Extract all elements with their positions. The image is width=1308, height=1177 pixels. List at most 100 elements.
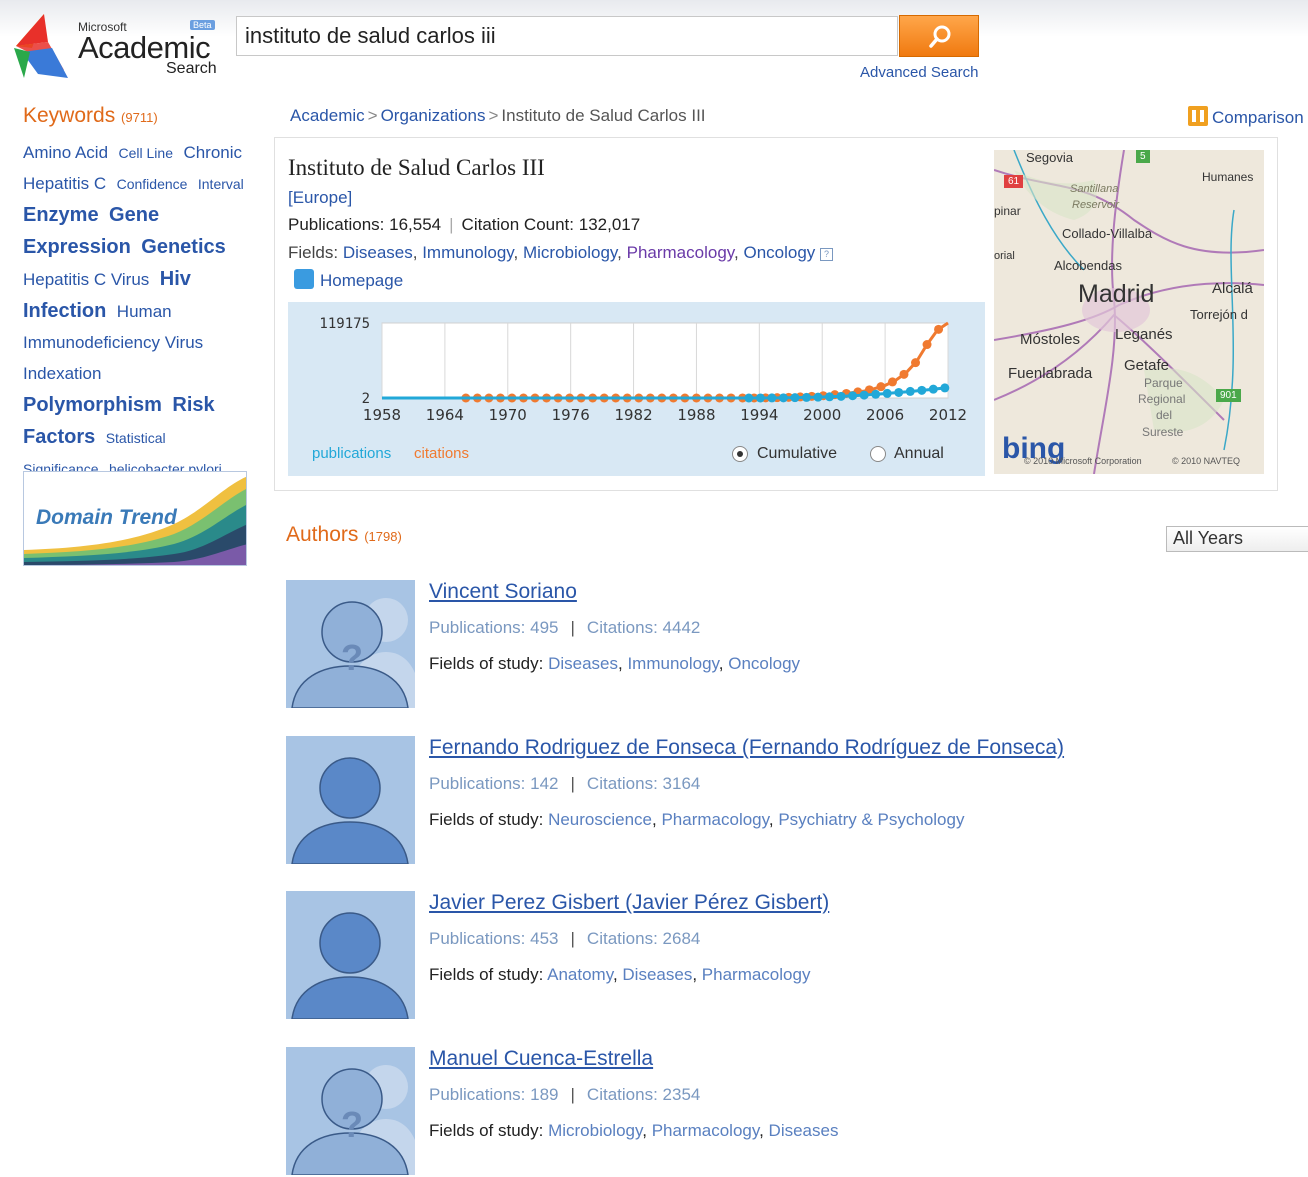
publications-data-point	[836, 391, 846, 401]
field-link[interactable]: Diseases	[343, 243, 413, 262]
author-avatar[interactable]	[286, 736, 415, 864]
field-link[interactable]: Immunology	[422, 243, 513, 262]
publications-value: 16,554	[389, 215, 442, 234]
author-avatar[interactable]: ?	[286, 1047, 415, 1175]
keyword-link[interactable]: Immunodeficiency Virus	[23, 333, 203, 352]
annual-label[interactable]: Annual	[894, 445, 944, 463]
breadcrumb-separator: >	[367, 106, 378, 125]
author-fields: Fields of study: Neuroscience, Pharmacol…	[429, 810, 965, 829]
field-link[interactable]: Diseases	[622, 965, 692, 984]
keyword-link[interactable]: Expression	[23, 236, 131, 258]
author-name-link[interactable]: Vincent Soriano	[429, 580, 577, 604]
search-input[interactable]	[236, 16, 898, 56]
field-link[interactable]: Pharmacology	[627, 243, 734, 262]
field-link[interactable]: Neuroscience	[548, 810, 652, 829]
citations-data-point	[934, 324, 944, 334]
author-citations-value: 2354	[662, 1085, 701, 1104]
keyword-link[interactable]: Factors	[23, 426, 95, 448]
publications-data-point	[894, 387, 904, 397]
author-publications-label: Publications:	[429, 618, 526, 637]
legend-publications[interactable]: publications	[312, 445, 391, 462]
x-tick-label: 1964	[426, 406, 464, 424]
author-fields: Fields of study: Diseases, Immunology, O…	[429, 654, 801, 673]
publications-data-point	[802, 392, 811, 402]
keyword-link[interactable]: Enzyme	[23, 204, 99, 226]
author-avatar[interactable]	[286, 891, 415, 1019]
field-link[interactable]: Immunology	[627, 654, 718, 673]
publications-label: Publications:	[288, 215, 385, 234]
x-tick-label: 1976	[552, 406, 590, 424]
keyword-link[interactable]: Interval	[198, 176, 244, 192]
keyword-link[interactable]: Gene	[109, 204, 159, 226]
field-link[interactable]: Anatomy	[547, 965, 613, 984]
breadcrumb-separator: >	[488, 106, 499, 125]
author-name-link[interactable]: Fernando Rodriguez de Fonseca (Fernando …	[429, 736, 1064, 760]
homepage-link[interactable]: Homepage	[294, 269, 403, 291]
keyword-link[interactable]: Hepatitis C Virus	[23, 270, 149, 289]
field-link[interactable]: Microbiology	[523, 243, 617, 262]
academic-search-logo[interactable]: Microsoft Beta Academic Search	[8, 8, 228, 84]
fields-of-study-label: Fields of study:	[429, 1121, 544, 1140]
publications-data-point	[859, 390, 869, 400]
keyword-link[interactable]: Hiv	[160, 268, 191, 290]
help-icon[interactable]: ?	[820, 248, 834, 261]
map-label: Leganés	[1115, 326, 1173, 343]
keyword-link[interactable]: Genetics	[141, 236, 225, 258]
comparison-link[interactable]: Comparison	[1188, 106, 1304, 128]
map-label: Collado-Villalba	[1062, 226, 1153, 241]
x-tick-label: 1982	[614, 406, 652, 424]
field-link[interactable]: Pharmacology	[652, 1121, 759, 1140]
publications-data-point	[813, 392, 823, 402]
keyword-link[interactable]: Polymorphism	[23, 394, 162, 416]
map-copyright: © 2010 Microsoft Corporation	[1024, 456, 1142, 466]
author-name-link[interactable]: Manuel Cuenca-Estrella	[429, 1047, 653, 1071]
keyword-link[interactable]: Hepatitis C	[23, 174, 106, 193]
author-stats: Publications: 495 | Citations: 4442	[429, 618, 700, 638]
author-name-link[interactable]: Javier Perez Gisbert (Javier Pérez Gisbe…	[429, 891, 829, 915]
unknown-person-icon: ?	[291, 598, 415, 708]
author-avatar[interactable]: ?	[286, 580, 415, 708]
x-tick-label: 2006	[866, 406, 904, 424]
field-link[interactable]: Psychiatry & Psychology	[778, 810, 964, 829]
annual-radio[interactable]	[870, 446, 886, 462]
keyword-link[interactable]: Cell Line	[119, 145, 173, 161]
field-link[interactable]: Diseases	[548, 654, 618, 673]
field-link[interactable]: Microbiology	[548, 1121, 642, 1140]
keyword-link[interactable]: Statistical	[106, 430, 166, 446]
field-link[interactable]: Oncology	[728, 654, 800, 673]
field-link[interactable]: Diseases	[769, 1121, 839, 1140]
location-map[interactable]: Segovia Humanes Santillana Reservoir pin…	[994, 150, 1264, 474]
keyword-link[interactable]: Infection	[23, 300, 106, 322]
map-label: Humanes	[1202, 170, 1254, 184]
organization-stats: Publications: 16,554 | Citation Count: 132…	[288, 215, 640, 235]
map-label: Móstoles	[1020, 331, 1081, 348]
keyword-link[interactable]: Amino Acid	[23, 143, 108, 162]
advanced-search-link[interactable]: Advanced Search	[860, 64, 978, 81]
field-link[interactable]: Pharmacology	[661, 810, 768, 829]
keyword-link[interactable]: Chronic	[183, 143, 242, 162]
keyword-link[interactable]: Risk	[172, 394, 214, 416]
author-citations-value: 3164	[662, 774, 701, 793]
author-publications-label: Publications:	[429, 929, 526, 948]
breadcrumb-organizations[interactable]: Organizations	[381, 106, 486, 125]
field-link[interactable]: Oncology	[743, 243, 815, 262]
cumulative-label[interactable]: Cumulative	[757, 445, 837, 463]
keyword-link[interactable]: Confidence	[117, 176, 188, 192]
publications-data-point	[825, 392, 835, 402]
domain-trend-widget[interactable]: Domain Trend	[23, 471, 247, 566]
divider: |	[570, 618, 575, 637]
breadcrumb-academic[interactable]: Academic	[290, 106, 365, 125]
years-dropdown[interactable]: All Years	[1166, 526, 1308, 552]
keyword-link[interactable]: Indexation	[23, 364, 101, 383]
author-citations-label: Citations:	[586, 774, 658, 793]
cumulative-radio[interactable]	[732, 446, 748, 462]
logo-icon	[14, 14, 68, 78]
legend-citations[interactable]: citations	[414, 445, 469, 462]
search-button[interactable]	[899, 15, 979, 57]
field-link[interactable]: Pharmacology	[702, 965, 811, 984]
organization-region-link[interactable]: [Europe]	[288, 188, 352, 208]
map-label: Santillana	[1070, 183, 1119, 195]
publications-data-point	[871, 389, 881, 399]
author-publications-label: Publications:	[429, 774, 526, 793]
keyword-link[interactable]: Human	[117, 302, 172, 321]
